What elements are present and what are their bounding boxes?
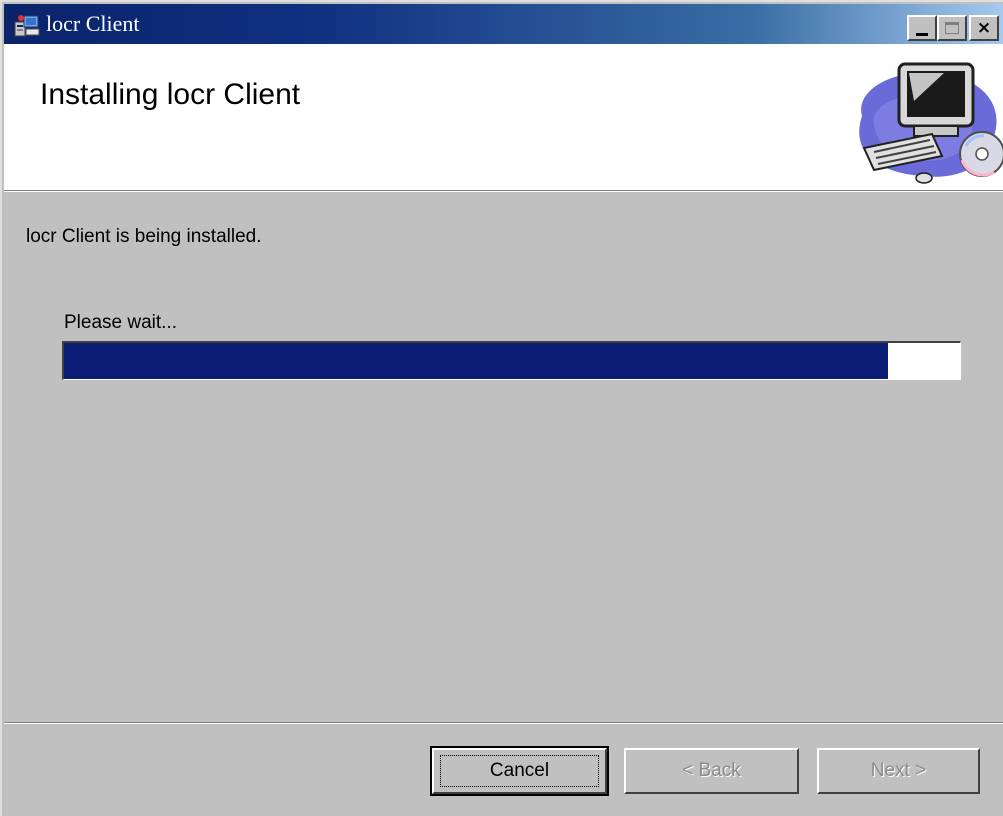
minimize-button[interactable] — [907, 15, 937, 41]
installer-app-icon — [14, 15, 40, 37]
page-title: Installing locr Client — [40, 78, 301, 111]
next-button-label: Next > — [870, 760, 927, 781]
close-button[interactable]: × — [969, 15, 999, 41]
next-button: Next > — [817, 748, 980, 794]
window-title: locr Client — [46, 11, 140, 36]
footer-divider — [4, 722, 1003, 724]
close-icon: × — [976, 17, 992, 38]
cancel-button[interactable]: Cancel — [430, 746, 609, 796]
maximize-button — [937, 15, 967, 41]
maximize-icon — [945, 22, 959, 34]
progress-fill — [64, 343, 889, 379]
status-text: locr Client is being installed. — [26, 226, 262, 247]
install-progress-bar — [62, 341, 961, 380]
installer-window: locr Client × Installing locr Client loc… — [0, 0, 1003, 816]
back-button-label: < Back — [682, 760, 741, 781]
back-button: < Back — [624, 748, 799, 794]
focus-outline — [440, 755, 599, 787]
header-banner: Installing locr Client — [4, 44, 1003, 190]
computer-setup-icon — [859, 62, 1003, 184]
header-divider — [4, 190, 1003, 192]
minimize-icon — [916, 32, 928, 36]
title-bar[interactable]: locr Client × — [4, 4, 1003, 44]
wait-label: Please wait... — [64, 312, 177, 333]
